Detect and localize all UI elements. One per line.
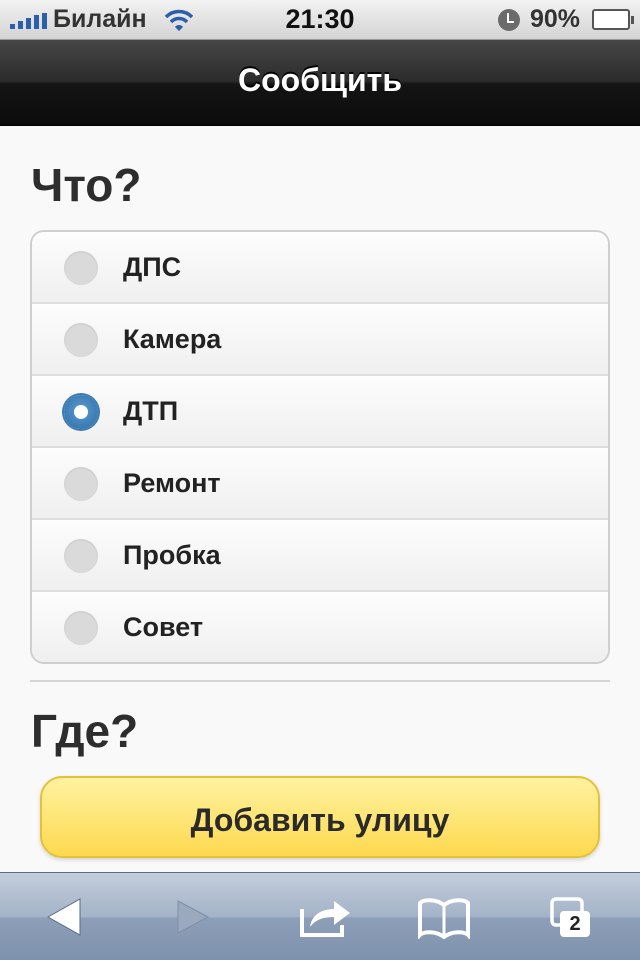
add-street-label: Добавить улицу (190, 802, 450, 838)
radio-option-traffic-jam[interactable]: Пробка (32, 520, 608, 592)
tabs-icon[interactable]: 2 (546, 895, 606, 939)
radio-option-camera[interactable]: Камера (32, 304, 608, 376)
radio-option-tip[interactable]: Совет (32, 592, 608, 662)
radio-button[interactable] (64, 323, 98, 357)
radio-label: Ремонт (123, 468, 221, 498)
add-street-button[interactable]: Добавить улицу (40, 776, 600, 858)
radio-button[interactable] (64, 539, 98, 573)
what-heading: Что? (31, 159, 142, 211)
radio-button[interactable] (64, 467, 98, 501)
radio-option-dps[interactable]: ДПС (32, 232, 608, 304)
back-arrow-icon[interactable] (34, 895, 94, 939)
radio-label: Камера (123, 324, 222, 354)
radio-label: ДТП (123, 396, 179, 426)
battery-icon (592, 9, 634, 30)
radio-button[interactable] (64, 611, 98, 645)
section-divider (30, 680, 610, 682)
share-icon[interactable] (296, 895, 356, 939)
radio-button[interactable] (64, 395, 98, 429)
radio-button[interactable] (64, 251, 98, 285)
navigation-bar: Сообщить (0, 40, 640, 126)
incident-type-list: ДПС Камера ДТП Ремонт Пробка Совет (30, 230, 610, 664)
radio-option-repair[interactable]: Ремонт (32, 448, 608, 520)
page-title: Сообщить (238, 62, 402, 98)
battery-percent: 90% (530, 5, 581, 33)
report-form: Что? ДПС Камера ДТП Ремонт Пробка Совет … (0, 126, 640, 872)
bookmarks-icon[interactable] (414, 895, 474, 939)
radio-label: Пробка (123, 540, 221, 570)
browser-toolbar: 2 (0, 872, 640, 960)
status-bar: Билайн 21:30 90% (0, 0, 640, 40)
radio-label: ДПС (123, 252, 182, 282)
where-heading: Где? (31, 705, 139, 757)
radio-option-accident[interactable]: ДТП (32, 376, 608, 448)
alarm-clock-icon (498, 9, 520, 31)
tabs-count: 2 (560, 911, 590, 937)
forward-arrow-icon[interactable] (162, 895, 222, 939)
radio-label: Совет (123, 612, 204, 642)
